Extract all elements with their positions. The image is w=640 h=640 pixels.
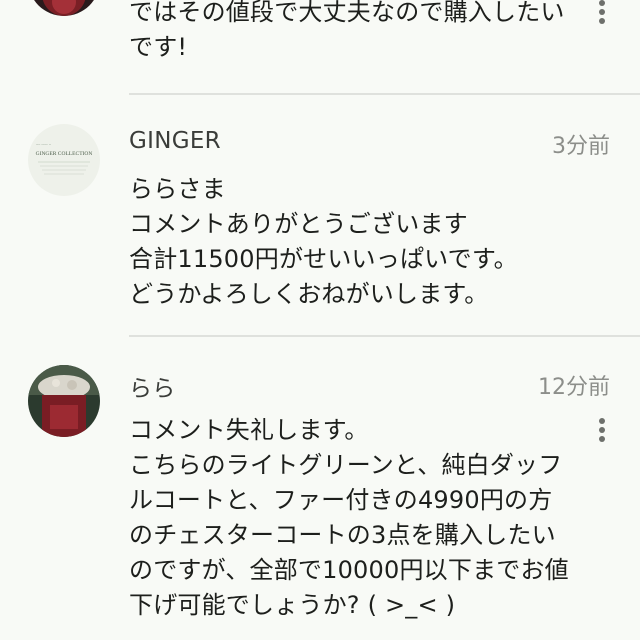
comment-author[interactable]: らら bbox=[129, 369, 176, 403]
divider bbox=[129, 93, 640, 95]
avatar[interactable] bbox=[28, 365, 100, 437]
avatar-logo: ~~ ~~~ ~ GINGER COLLECTION bbox=[28, 124, 100, 196]
more-vertical-icon bbox=[599, 0, 605, 6]
avatar-photo bbox=[28, 0, 100, 16]
comment-text: ではその値段で大丈夫なので購入したい です! bbox=[129, 0, 565, 61]
avatar-logo-text: GINGER COLLECTION bbox=[36, 151, 93, 157]
comment-timestamp: 12分前 bbox=[538, 375, 610, 400]
divider bbox=[129, 335, 640, 337]
comment-timestamp: 3分前 bbox=[552, 134, 610, 159]
more-options-button[interactable] bbox=[590, 0, 614, 26]
comment-text: コメント失礼します。 こちらのライトグリーンと、純白ダッフ ルコートと、ファー付… bbox=[129, 416, 569, 619]
svg-text:~~ ~~~ ~: ~~ ~~~ ~ bbox=[36, 142, 52, 147]
comment-author[interactable]: GINGER bbox=[129, 128, 221, 154]
avatar[interactable]: ~~ ~~~ ~ GINGER COLLECTION bbox=[28, 124, 100, 196]
more-options-button[interactable] bbox=[590, 416, 614, 444]
more-vertical-icon bbox=[599, 418, 605, 424]
avatar-photo bbox=[28, 365, 100, 437]
avatar[interactable] bbox=[28, 0, 100, 16]
comment-text: ららさま コメントありがとうございます 合計11500円がせいいっぱいです。 ど… bbox=[129, 175, 518, 308]
